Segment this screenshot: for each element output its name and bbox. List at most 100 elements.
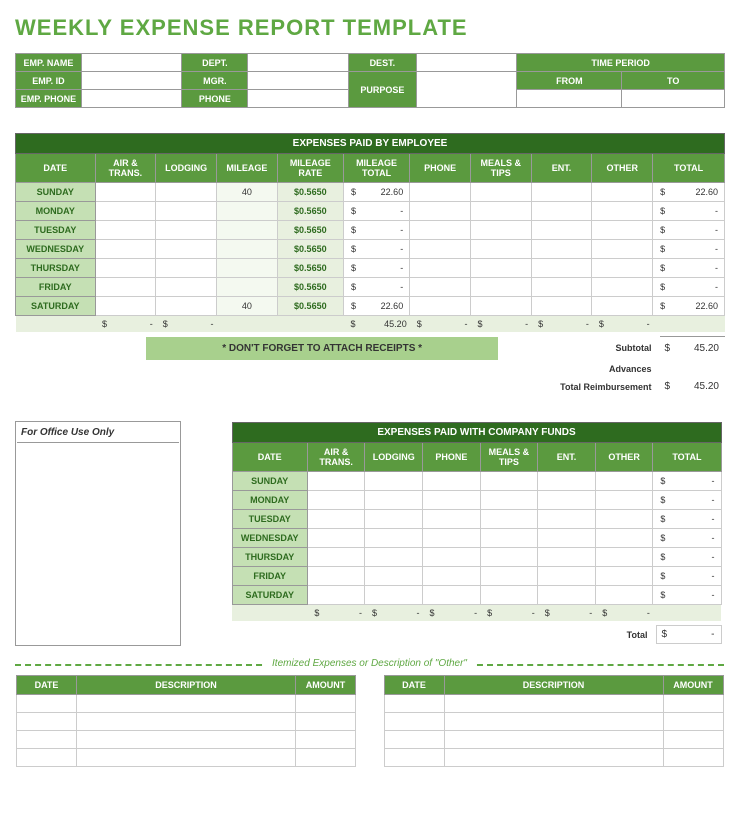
ent-cell[interactable] xyxy=(531,202,592,221)
item-cell[interactable] xyxy=(296,730,356,748)
ent-cell[interactable] xyxy=(531,297,592,316)
item-cell[interactable] xyxy=(77,694,296,712)
air-cell[interactable] xyxy=(307,529,365,548)
lodging-cell[interactable] xyxy=(365,510,423,529)
advances-value[interactable] xyxy=(660,360,725,378)
other-cell[interactable] xyxy=(592,202,653,221)
meals-cell[interactable] xyxy=(470,259,531,278)
air-cell[interactable] xyxy=(95,202,156,221)
ent-cell[interactable] xyxy=(531,221,592,240)
ent-cell[interactable] xyxy=(531,259,592,278)
phone-cell[interactable] xyxy=(423,586,481,605)
ent-cell[interactable] xyxy=(538,586,596,605)
mileage-cell[interactable]: 40 xyxy=(216,183,277,202)
item-cell[interactable] xyxy=(17,694,77,712)
lodging-cell[interactable] xyxy=(156,202,217,221)
dept-cell[interactable] xyxy=(248,54,349,72)
phone-cell[interactable] xyxy=(423,529,481,548)
meals-cell[interactable] xyxy=(480,472,538,491)
ent-cell[interactable] xyxy=(531,278,592,297)
other-cell[interactable] xyxy=(592,183,653,202)
ent-cell[interactable] xyxy=(538,529,596,548)
other-cell[interactable] xyxy=(592,259,653,278)
lodging-cell[interactable] xyxy=(156,221,217,240)
lodging-cell[interactable] xyxy=(365,472,423,491)
other-cell[interactable] xyxy=(595,491,653,510)
item-cell[interactable] xyxy=(77,730,296,748)
from-cell[interactable] xyxy=(517,90,622,108)
ent-cell[interactable] xyxy=(531,240,592,259)
item-cell[interactable] xyxy=(77,748,296,766)
item-cell[interactable] xyxy=(384,712,444,730)
other-cell[interactable] xyxy=(592,221,653,240)
other-cell[interactable] xyxy=(592,297,653,316)
other-cell[interactable] xyxy=(592,240,653,259)
phone-cell[interactable] xyxy=(423,472,481,491)
phone-cell[interactable] xyxy=(423,491,481,510)
other-cell[interactable] xyxy=(592,278,653,297)
purpose-cell[interactable] xyxy=(416,72,517,108)
phone-cell[interactable] xyxy=(410,240,471,259)
item-cell[interactable] xyxy=(663,712,723,730)
item-cell[interactable] xyxy=(384,748,444,766)
air-cell[interactable] xyxy=(95,183,156,202)
meals-cell[interactable] xyxy=(470,240,531,259)
meals-cell[interactable] xyxy=(480,491,538,510)
item-cell[interactable] xyxy=(444,712,663,730)
meals-cell[interactable] xyxy=(470,202,531,221)
phone-cell[interactable] xyxy=(423,510,481,529)
ent-cell[interactable] xyxy=(538,510,596,529)
other-cell[interactable] xyxy=(595,529,653,548)
item-cell[interactable] xyxy=(296,712,356,730)
phone-cell[interactable] xyxy=(410,202,471,221)
lodging-cell[interactable] xyxy=(156,297,217,316)
lodging-cell[interactable] xyxy=(365,567,423,586)
air-cell[interactable] xyxy=(307,491,365,510)
other-cell[interactable] xyxy=(595,567,653,586)
item-cell[interactable] xyxy=(663,730,723,748)
mileage-cell[interactable] xyxy=(216,259,277,278)
ent-cell[interactable] xyxy=(538,548,596,567)
to-cell[interactable] xyxy=(622,90,725,108)
lodging-cell[interactable] xyxy=(156,278,217,297)
meals-cell[interactable] xyxy=(470,183,531,202)
emp-name-cell[interactable] xyxy=(81,54,182,72)
lodging-cell[interactable] xyxy=(156,183,217,202)
item-cell[interactable] xyxy=(17,712,77,730)
mileage-cell[interactable] xyxy=(216,278,277,297)
air-cell[interactable] xyxy=(307,548,365,567)
item-cell[interactable] xyxy=(444,694,663,712)
mileage-cell[interactable] xyxy=(216,240,277,259)
item-cell[interactable] xyxy=(384,730,444,748)
mgr-cell[interactable] xyxy=(248,72,349,90)
phone-cell[interactable] xyxy=(410,183,471,202)
meals-cell[interactable] xyxy=(480,567,538,586)
phone-cell[interactable] xyxy=(423,548,481,567)
item-cell[interactable] xyxy=(296,748,356,766)
phone-cell[interactable] xyxy=(410,278,471,297)
item-cell[interactable] xyxy=(77,712,296,730)
item-cell[interactable] xyxy=(17,730,77,748)
air-cell[interactable] xyxy=(95,221,156,240)
item-cell[interactable] xyxy=(444,730,663,748)
item-cell[interactable] xyxy=(444,748,663,766)
meals-cell[interactable] xyxy=(470,221,531,240)
other-cell[interactable] xyxy=(595,510,653,529)
phone-cell[interactable] xyxy=(410,221,471,240)
phone-cell[interactable] xyxy=(423,567,481,586)
ent-cell[interactable] xyxy=(538,491,596,510)
meals-cell[interactable] xyxy=(480,586,538,605)
air-cell[interactable] xyxy=(95,278,156,297)
lodging-cell[interactable] xyxy=(156,240,217,259)
meals-cell[interactable] xyxy=(480,529,538,548)
phone-cell[interactable] xyxy=(248,90,349,108)
phone-cell[interactable] xyxy=(410,259,471,278)
ent-cell[interactable] xyxy=(538,472,596,491)
lodging-cell[interactable] xyxy=(365,491,423,510)
mileage-cell[interactable] xyxy=(216,202,277,221)
lodging-cell[interactable] xyxy=(156,259,217,278)
lodging-cell[interactable] xyxy=(365,586,423,605)
emp-id-cell[interactable] xyxy=(81,72,182,90)
air-cell[interactable] xyxy=(307,586,365,605)
meals-cell[interactable] xyxy=(480,548,538,567)
